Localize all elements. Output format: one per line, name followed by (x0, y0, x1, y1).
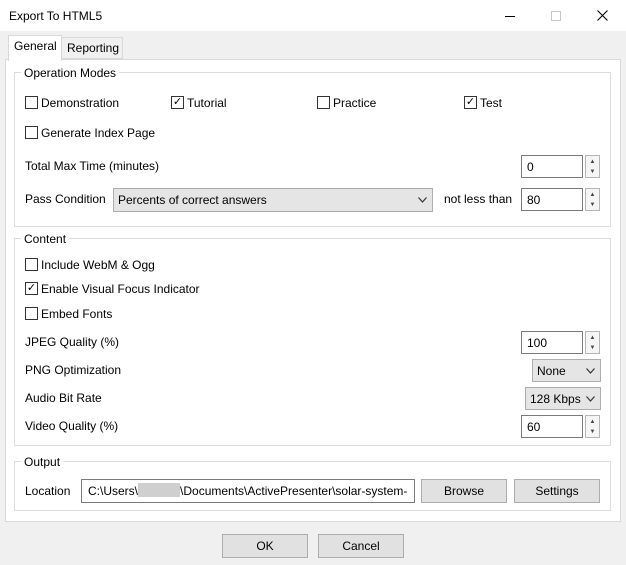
jpeg-quality-label: JPEG Quality (%) (25, 335, 120, 349)
location-suffix: \Documents\ActivePresenter\solar-system- (180, 484, 408, 498)
chevron-down-icon (415, 189, 429, 211)
demonstration-label: Demonstration (41, 96, 120, 110)
output-title: Output (21, 455, 64, 469)
video-quality-spinner[interactable]: ▲ ▼ (585, 415, 600, 438)
embed-fonts-checkbox[interactable] (25, 307, 38, 320)
practice-checkbox[interactable] (317, 96, 330, 109)
audio-bit-rate-value: 128 Kbps (530, 392, 581, 406)
pass-condition-value: Percents of correct answers (118, 193, 267, 207)
operation-modes-title: Operation Modes (21, 66, 120, 80)
not-less-than-label: not less than (444, 192, 513, 206)
visual-focus-label: Enable Visual Focus Indicator (41, 282, 200, 296)
include-webm-label: Include WebM & Ogg (41, 258, 155, 272)
settings-button[interactable]: Settings (514, 479, 600, 503)
location-label: Location (25, 484, 71, 498)
generate-index-label: Generate Index Page (41, 126, 156, 140)
minimize-icon (505, 15, 515, 17)
video-quality-input[interactable]: 60 (521, 415, 583, 438)
content-title: Content (21, 232, 70, 246)
location-prefix: C:\Users\ (88, 484, 139, 498)
spin-down-icon[interactable]: ▼ (586, 342, 599, 353)
title-bar: Export To HTML5 (0, 0, 626, 31)
tab-reporting[interactable]: Reporting (61, 37, 123, 59)
tab-general[interactable]: General (8, 35, 62, 61)
jpeg-quality-spinner[interactable]: ▲ ▼ (585, 331, 600, 354)
checkmark-icon: ✓ (26, 282, 37, 294)
redacted-username (138, 483, 181, 497)
chevron-down-icon (583, 388, 597, 409)
pass-condition-select[interactable]: Percents of correct answers (113, 188, 433, 212)
tutorial-label: Tutorial (187, 96, 227, 110)
checkmark-icon: ✓ (465, 96, 476, 108)
audio-bit-rate-select[interactable]: 128 Kbps (525, 387, 601, 410)
png-optimization-select[interactable]: None (532, 359, 601, 382)
practice-label: Practice (333, 96, 377, 110)
maximize-button[interactable] (533, 0, 579, 31)
total-max-time-label: Total Max Time (minutes) (25, 159, 160, 173)
location-input[interactable]: C:\Users\ \Documents\ActivePresenter\sola… (81, 479, 415, 503)
spin-down-icon[interactable]: ▼ (586, 426, 599, 437)
minimize-button[interactable] (487, 0, 533, 31)
tutorial-checkbox[interactable]: ✓ (171, 96, 184, 109)
window-title: Export To HTML5 (9, 9, 103, 23)
visual-focus-checkbox[interactable]: ✓ (25, 282, 38, 295)
cancel-button[interactable]: Cancel (318, 534, 404, 558)
generate-index-checkbox[interactable] (25, 126, 38, 139)
total-max-time-spinner[interactable]: ▲ ▼ (585, 155, 600, 178)
audio-bit-rate-label: Audio Bit Rate (25, 391, 102, 405)
test-checkbox[interactable]: ✓ (464, 96, 477, 109)
browse-button[interactable]: Browse (421, 479, 507, 503)
spin-down-icon[interactable]: ▼ (586, 166, 599, 177)
png-optimization-label: PNG Optimization (25, 363, 122, 377)
pass-condition-label: Pass Condition (25, 192, 106, 206)
pass-threshold-input[interactable]: 80 (521, 188, 583, 211)
maximize-icon (551, 10, 561, 21)
chevron-down-icon (583, 360, 597, 381)
test-label: Test (480, 96, 503, 110)
pass-threshold-spinner[interactable]: ▲ ▼ (585, 188, 600, 211)
checkmark-icon: ✓ (172, 96, 183, 108)
embed-fonts-label: Embed Fonts (41, 307, 113, 321)
close-button[interactable] (579, 0, 625, 31)
ok-button[interactable]: OK (222, 534, 308, 558)
jpeg-quality-input[interactable]: 100 (521, 331, 583, 354)
demonstration-checkbox[interactable] (25, 96, 38, 109)
close-icon (596, 10, 608, 21)
png-optimization-value: None (537, 364, 566, 378)
spin-down-icon[interactable]: ▼ (586, 199, 599, 210)
include-webm-checkbox[interactable] (25, 258, 38, 271)
video-quality-label: Video Quality (%) (25, 419, 119, 433)
total-max-time-input[interactable]: 0 (521, 155, 583, 178)
